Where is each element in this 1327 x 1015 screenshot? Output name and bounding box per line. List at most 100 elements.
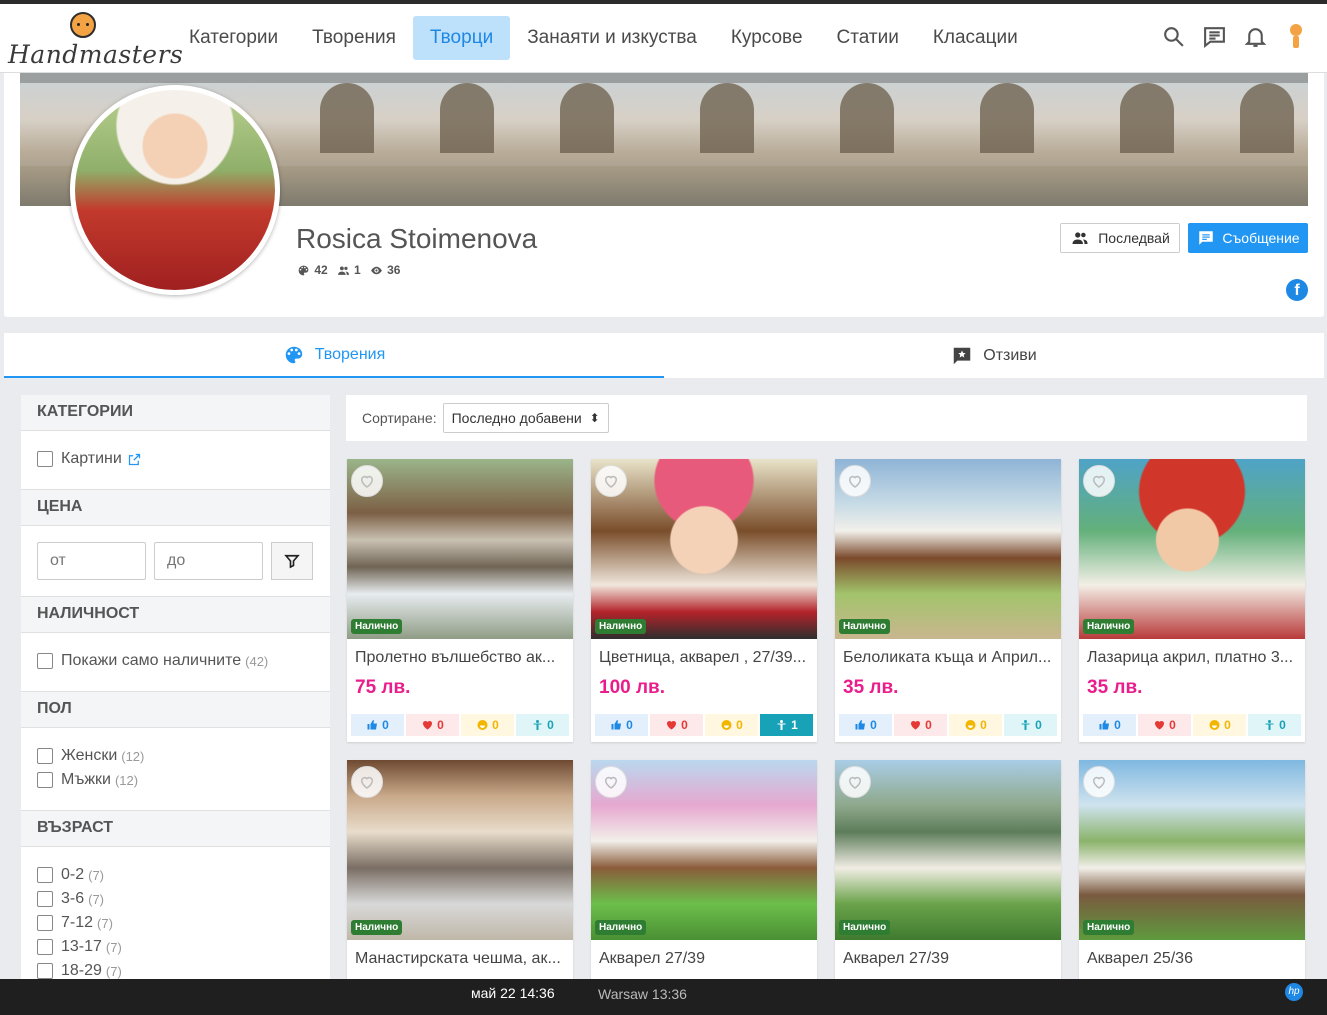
like-reaction[interactable]: 0 (1083, 714, 1136, 736)
favorite-heart-icon[interactable] (839, 766, 871, 798)
creations-stat: 42 (296, 263, 328, 277)
puppet-reaction[interactable]: 0 (516, 714, 569, 736)
product-title[interactable]: Цветница, акварел , 27/39... (599, 649, 811, 667)
menu-item-creators[interactable]: Творци (412, 16, 511, 60)
category-label: Картини (61, 450, 122, 467)
tab-creations[interactable]: Творения (4, 333, 664, 378)
product-title[interactable]: Белоликата къща и Април... (843, 649, 1055, 667)
gender-female-checkbox[interactable] (37, 748, 53, 764)
gender-label: Женски (61, 747, 118, 764)
tab-creations-label: Творения (314, 345, 386, 363)
gender-filter: ПОЛ Женски (12) Мъжки (12) (21, 692, 330, 811)
product-title[interactable]: Лазарица акрил, платно 3... (1087, 649, 1299, 667)
menu-item-crafts[interactable]: Занаяти и изкуства (510, 16, 714, 60)
product-card[interactable]: Налично Манастирската чешма, ак... (347, 760, 573, 979)
tab-reviews-label: Отзиви (983, 346, 1037, 364)
product-card[interactable]: Налично Цветница, акварел , 27/39... 100… (591, 459, 817, 742)
puppet-reaction[interactable]: 0 (1248, 714, 1301, 736)
eye-icon (370, 267, 382, 275)
menu-item-categories[interactable]: Категории (172, 16, 295, 60)
age-checkbox[interactable] (37, 867, 53, 883)
age-checkbox[interactable] (37, 939, 53, 955)
like-reaction[interactable]: 0 (595, 714, 648, 736)
love-reaction[interactable]: 0 (894, 714, 947, 736)
price-to-input[interactable] (154, 542, 263, 580)
gender-option-female[interactable]: Женски (12) (37, 744, 314, 768)
messages-icon[interactable] (1202, 24, 1227, 49)
chat-icon (1199, 231, 1214, 245)
gender-male-checkbox[interactable] (37, 772, 53, 788)
favorite-heart-icon[interactable] (1083, 766, 1115, 798)
love-reaction[interactable]: 0 (1138, 714, 1191, 736)
availability-title: НАЛИЧНОСТ (21, 597, 330, 633)
product-card[interactable]: Налично Акварел 25/36 (1079, 760, 1305, 979)
smile-reaction[interactable]: 0 (705, 714, 758, 736)
age-checkbox[interactable] (37, 915, 53, 931)
hp-logo-icon[interactable]: hp (1285, 983, 1303, 1001)
reactions-bar: 0 0 0 0 (1083, 714, 1301, 736)
availability-checkbox[interactable] (37, 653, 53, 669)
like-count: 0 (626, 718, 633, 732)
availability-option[interactable]: Покажи само наличните (42) (37, 649, 314, 673)
gender-option-male[interactable]: Мъжки (12) (37, 768, 314, 792)
love-reaction[interactable]: 0 (650, 714, 703, 736)
age-checkbox[interactable] (37, 963, 53, 979)
site-logo[interactable]: Handmasters (8, 10, 183, 70)
profile-tabs: Творения Отзиви (4, 333, 1324, 378)
puppet-icon (777, 720, 786, 730)
favorite-heart-icon[interactable] (351, 465, 383, 497)
menu-item-rankings[interactable]: Класации (916, 16, 1035, 60)
product-card[interactable]: Налично Акварел 27/39 (591, 760, 817, 979)
product-title[interactable]: Пролетно вълшебство ак... (355, 649, 567, 667)
favorite-heart-icon[interactable] (1083, 465, 1115, 497)
taskbar-datetime[interactable]: май 22 14:36 (471, 985, 555, 1001)
product-card[interactable]: Налично Белоликата къща и Април... 35 лв… (835, 459, 1061, 742)
age-option[interactable]: 3-6 (7) (37, 887, 314, 911)
product-card[interactable]: Налично Пролетно вълшебство ак... 75 лв.… (347, 459, 573, 742)
like-reaction[interactable]: 0 (839, 714, 892, 736)
system-taskbar: май 22 14:36 Warsaw 13:36 hp (0, 979, 1327, 1015)
age-option[interactable]: 7-12 (7) (37, 911, 314, 935)
product-title[interactable]: Акварел 27/39 (599, 950, 811, 968)
notifications-bell-icon[interactable] (1243, 24, 1268, 49)
heart-icon (667, 721, 677, 730)
like-reaction[interactable]: 0 (351, 714, 404, 736)
follow-button[interactable]: Последвай (1060, 223, 1180, 253)
favorite-heart-icon[interactable] (595, 465, 627, 497)
age-checkbox[interactable] (37, 891, 53, 907)
product-title[interactable]: Акварел 27/39 (843, 950, 1055, 968)
product-title[interactable]: Манастирската чешма, ак... (355, 950, 567, 968)
category-checkbox[interactable] (37, 451, 53, 467)
category-option[interactable]: Картини (37, 447, 314, 471)
menu-item-courses[interactable]: Курсове (714, 16, 820, 60)
tab-reviews[interactable]: Отзиви (664, 333, 1324, 378)
puppet-icon (1021, 720, 1030, 730)
user-avatar-icon[interactable] (1284, 24, 1309, 49)
profile-avatar[interactable] (70, 85, 280, 295)
product-card[interactable]: Налично Акварел 27/39 (835, 760, 1061, 979)
product-card[interactable]: Налично Лазарица акрил, платно 3... 35 л… (1079, 459, 1305, 742)
review-icon (954, 347, 971, 364)
search-icon[interactable] (1161, 24, 1186, 49)
favorite-heart-icon[interactable] (839, 465, 871, 497)
favorite-heart-icon[interactable] (351, 766, 383, 798)
product-title[interactable]: Акварел 25/36 (1087, 950, 1299, 968)
favorite-heart-icon[interactable] (595, 766, 627, 798)
smile-reaction[interactable]: 0 (949, 714, 1002, 736)
message-button[interactable]: Съобщение (1188, 223, 1308, 253)
external-link-icon[interactable] (127, 452, 142, 467)
smile-reaction[interactable]: 0 (461, 714, 514, 736)
age-option[interactable]: 13-17 (7) (37, 935, 314, 959)
apply-price-filter-button[interactable] (271, 542, 313, 580)
menu-item-articles[interactable]: Статии (820, 16, 916, 60)
price-from-input[interactable] (37, 542, 146, 580)
puppet-reaction[interactable]: 1 (760, 714, 813, 736)
love-reaction[interactable]: 0 (406, 714, 459, 736)
age-option[interactable]: 0-2 (7) (37, 863, 314, 887)
price-title: ЦЕНА (21, 490, 330, 526)
puppet-reaction[interactable]: 0 (1004, 714, 1057, 736)
sort-select[interactable]: Последно добавени (442, 403, 609, 433)
facebook-icon[interactable]: f (1286, 279, 1308, 301)
smile-reaction[interactable]: 0 (1193, 714, 1246, 736)
menu-item-creations[interactable]: Творения (295, 16, 413, 60)
